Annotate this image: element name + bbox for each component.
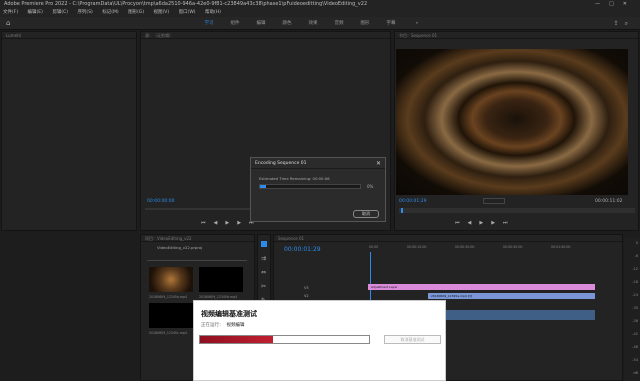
tab-more[interactable]: »	[404, 17, 430, 30]
menu-window[interactable]: 窗口(W)	[179, 10, 196, 15]
tab-editing[interactable]: 编辑	[248, 17, 274, 30]
benchmark-overlay: 视频编辑基准测试 正在运行： 视频编辑 取消基准测试	[193, 300, 446, 381]
tab-color[interactable]: 颜色	[274, 17, 300, 30]
encoding-dialog-title: Encoding Sequence 01	[251, 158, 385, 169]
cancel-benchmark-button[interactable]: 取消基准测试	[384, 335, 441, 344]
benchmark-status-value: 视频编辑	[226, 323, 245, 328]
close-icon[interactable]: ✕	[376, 158, 381, 169]
encoding-progress-bar	[259, 184, 361, 189]
menu-edit[interactable]: 编辑(E)	[28, 10, 43, 15]
timeline-header[interactable]: Sequence 01	[274, 235, 622, 242]
ruler-label: 00:00:45:00	[503, 245, 523, 249]
meter-tick: -24	[632, 293, 638, 297]
audio-clip[interactable]	[446, 310, 595, 320]
program-zoom-select[interactable]	[483, 198, 505, 204]
track-label-v3[interactable]: V3	[304, 286, 309, 290]
meter-tick: -6	[634, 254, 639, 258]
clip-thumbnail[interactable]	[149, 303, 193, 328]
source-monitor-header[interactable]: 源：（无剪辑）	[141, 32, 390, 39]
meter-tick: -30	[632, 306, 638, 310]
menu-bar: 文件(F) 编辑(E) 剪辑(C) 序列(S) 标记(M) 图形(G) 视图(V…	[0, 9, 640, 17]
menu-help[interactable]: 帮助(H)	[205, 10, 221, 15]
program-monitor-header[interactable]: 节目：Sequence 01	[395, 32, 638, 39]
tab-audio[interactable]: 音频	[326, 17, 352, 30]
project-search-input[interactable]	[147, 255, 247, 261]
encoding-percent: 0%	[367, 184, 374, 189]
left-panel: Lumetri	[1, 31, 137, 231]
menu-marker[interactable]: 标记(M)	[102, 10, 118, 15]
meter-tick: 0	[635, 241, 638, 245]
home-icon[interactable]: ⌂	[6, 20, 13, 27]
encoding-dialog: Encoding Sequence 01 ✕ Estimated Time Re…	[250, 157, 386, 222]
program-scrubber[interactable]	[399, 208, 635, 213]
left-panel-header[interactable]: Lumetri	[2, 32, 136, 39]
meter-tick: -12	[632, 267, 638, 271]
selection-tool-icon[interactable]	[261, 241, 267, 247]
cancel-button[interactable]: 取消	[353, 210, 379, 218]
ruler-label: 00:00	[369, 245, 379, 249]
timeline-timecode: 00:00:01:29	[284, 246, 321, 253]
benchmark-progress-bar	[199, 335, 370, 344]
program-timecode-current: 00:00:01:29	[399, 199, 427, 204]
benchmark-status: 正在运行： 视频编辑	[201, 322, 245, 328]
audio-meter: 0 -6 -12 -18 -24 -30 -36 -42 -48 -54 dB	[624, 237, 640, 381]
program-timecode-duration: 00:00:11:02	[595, 199, 623, 204]
workspace-bar: ⌂ 学习 组件 编辑 颜色 效果 音频 图形 字幕 » ⇪⌕	[0, 17, 640, 30]
workspace-tabs: 学习 组件 编辑 颜色 效果 音频 图形 字幕 »	[196, 17, 430, 30]
menu-clip[interactable]: 剪辑(C)	[52, 10, 68, 15]
project-file-name: VideoEditing_v22.prproj	[157, 245, 203, 250]
menu-file[interactable]: 文件(F)	[3, 10, 18, 15]
timeline-ruler[interactable]: 00:00 00:00:15:00 00:00:30:00 00:00:45:0…	[369, 244, 595, 252]
video-clip[interactable]: 20180609_12345a.mp4 [V]	[428, 293, 595, 299]
meter-tick: -18	[632, 280, 638, 284]
benchmark-progress-fill	[200, 336, 273, 343]
ruler-label: 00:01:00:00	[551, 245, 571, 249]
meter-tick: -36	[632, 319, 638, 323]
ruler-label: 00:00:15:00	[407, 245, 427, 249]
window-controls: —□✕	[595, 0, 636, 9]
ripple-tool-icon[interactable]: ⇔	[261, 269, 266, 276]
project-panel-header[interactable]: 项目：VideoEditing_v22	[141, 235, 254, 242]
program-video-frame	[396, 49, 628, 195]
track-select-tool-icon[interactable]: ⇉	[261, 255, 266, 262]
time-remaining: Estimated Time Remaining: 00:00:06	[259, 176, 330, 181]
meter-tick: -48	[632, 345, 638, 349]
ruler-label: 00:00:30:00	[455, 245, 475, 249]
meter-tick: dB	[633, 371, 638, 375]
workspace-icons: ⇪⌕	[614, 20, 634, 28]
meter-tick: -42	[632, 332, 638, 336]
clip-name: 20180609_12345b.mp4	[199, 295, 238, 299]
clip-name: 20180609_12345c.mp4	[149, 331, 187, 335]
maximize-button[interactable]: □	[609, 1, 623, 7]
razor-tool-icon[interactable]: ✂	[261, 283, 266, 290]
share-icon[interactable]: ⇪	[614, 20, 625, 27]
tab-assembly[interactable]: 组件	[222, 17, 248, 30]
clip-thumbnail[interactable]	[149, 267, 193, 292]
playhead[interactable]	[401, 208, 403, 213]
clip-thumbnail[interactable]	[199, 267, 243, 292]
program-transport[interactable]: ⏮◀▶▶⏭	[455, 220, 516, 226]
clip-name: 20180609_12345a.mp4	[149, 295, 188, 299]
menu-view[interactable]: 视图(V)	[154, 10, 170, 15]
meter-tick: -54	[632, 358, 638, 362]
menu-graphics[interactable]: 图形(G)	[128, 10, 144, 15]
close-window-button[interactable]: ✕	[623, 1, 636, 7]
tab-captions[interactable]: 字幕	[378, 17, 404, 30]
benchmark-title: 视频编辑基准测试	[201, 309, 257, 318]
window-title-bar: Adobe Premiere Pro 2022 - C:\ProgramData…	[0, 0, 640, 9]
tab-graphics[interactable]: 图形	[352, 17, 378, 30]
source-timecode: 00:00:00:00	[147, 199, 175, 204]
menu-sequence[interactable]: 序列(S)	[77, 10, 92, 15]
window-title: Adobe Premiere Pro 2022 - C:\ProgramData…	[4, 1, 368, 7]
search-icon[interactable]: ⌕	[625, 20, 634, 27]
benchmark-status-label: 正在运行：	[201, 323, 224, 328]
adjustment-layer-clip[interactable]: Adjustment Layer	[368, 284, 595, 290]
track-label-v2[interactable]: V2	[304, 294, 309, 298]
tab-effects[interactable]: 效果	[300, 17, 326, 30]
tab-learn[interactable]: 学习	[196, 17, 222, 30]
minimize-button[interactable]: —	[595, 1, 609, 7]
encoding-progress-fill	[260, 185, 266, 188]
